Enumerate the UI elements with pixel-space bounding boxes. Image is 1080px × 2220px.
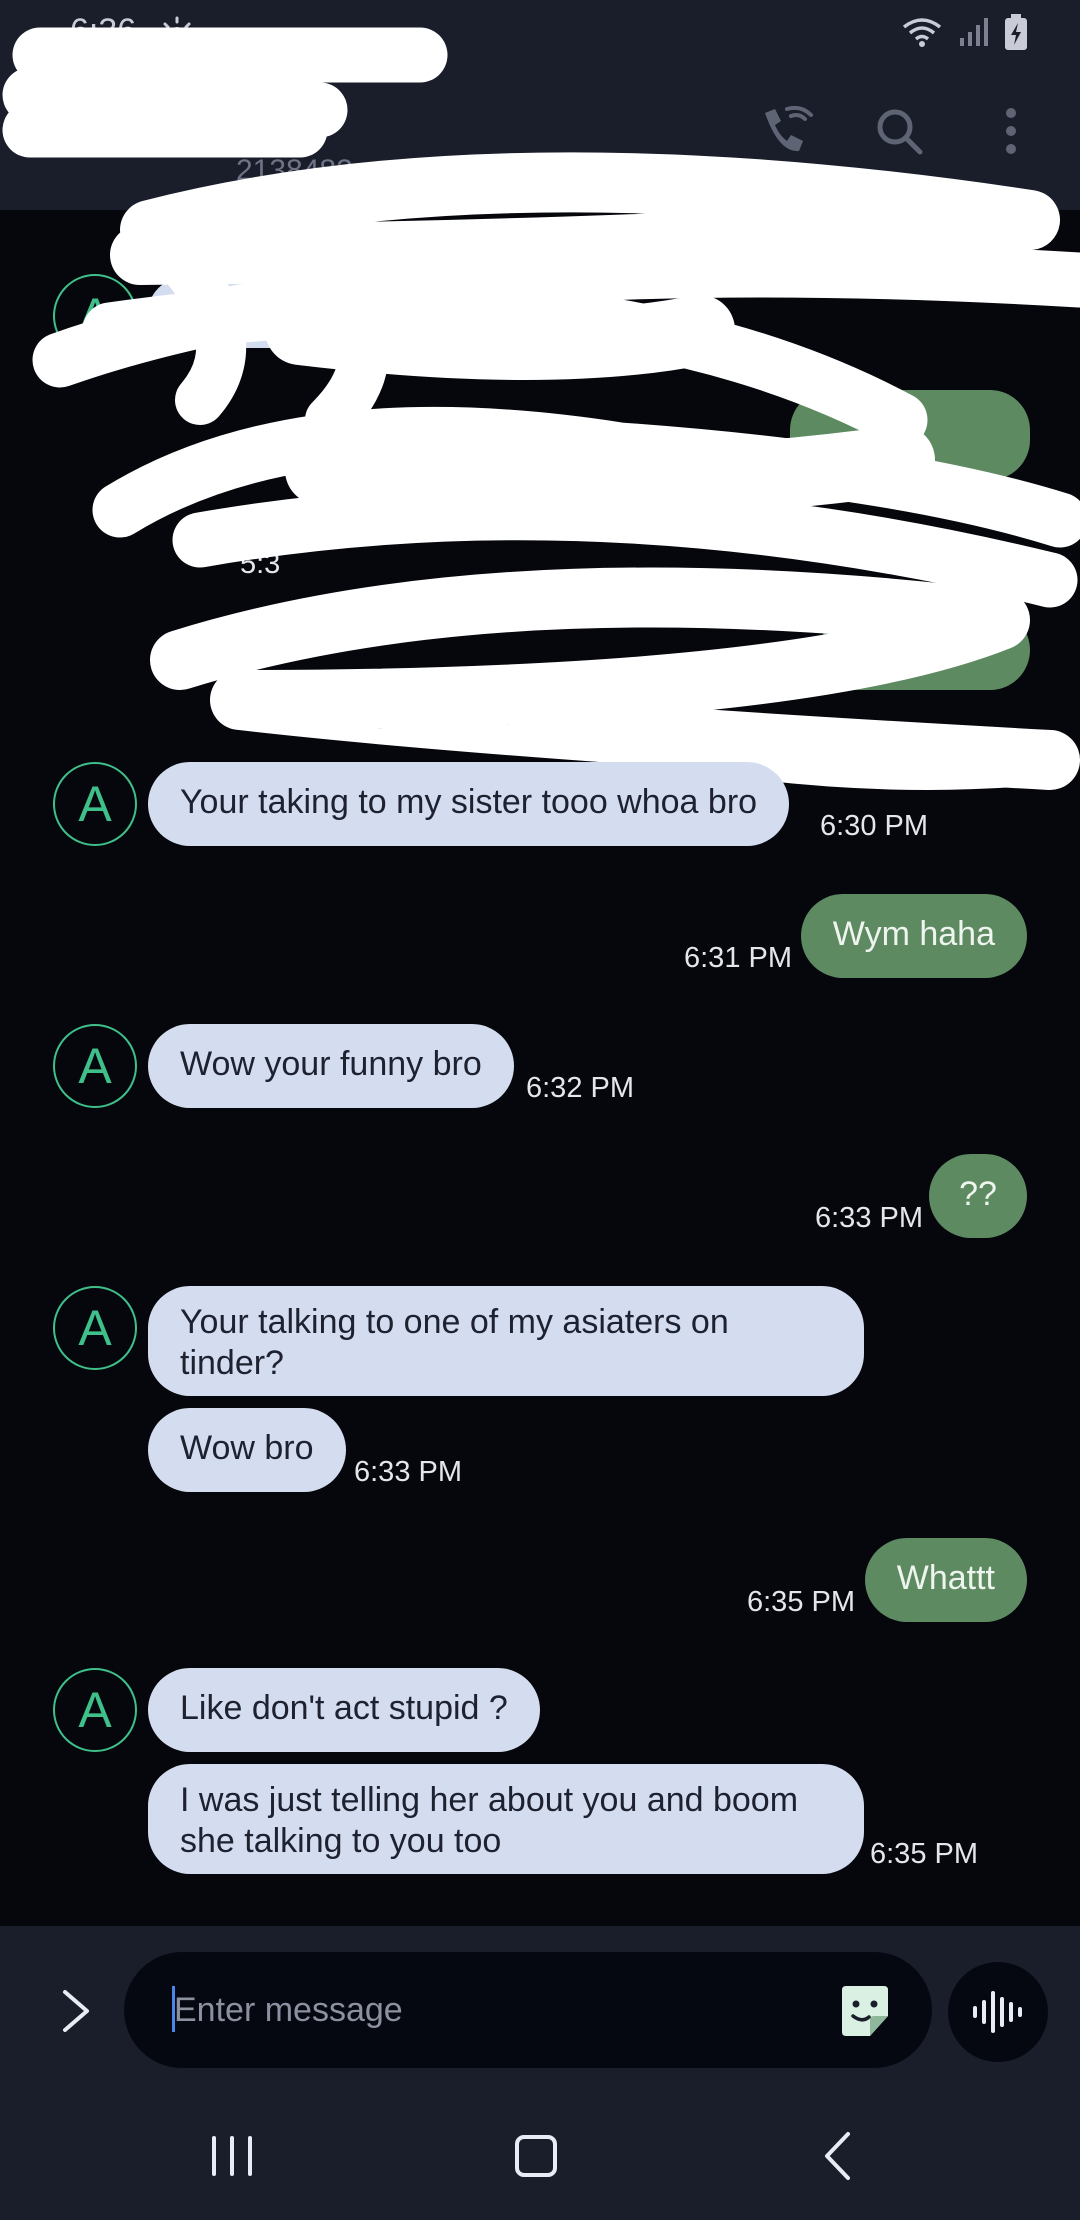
hidden-outgoing-bubble: [790, 390, 1030, 480]
status-icons: [900, 14, 1028, 55]
message-timestamp: 5:3: [240, 548, 281, 580]
message-timestamp: 6:32 PM: [526, 1072, 634, 1104]
incoming-message[interactable]: I was just telling her about you and boo…: [148, 1764, 864, 1874]
more-options-icon[interactable]: [980, 100, 1042, 162]
message-timestamp: 6:33 PM: [815, 1202, 923, 1234]
outgoing-message[interactable]: Whattt: [864, 1538, 1027, 1622]
outgoing-message[interactable]: ??: [929, 1154, 1027, 1238]
signal-icon: [958, 16, 990, 53]
hidden-incoming-bubble: [148, 278, 308, 348]
wifi-icon: [900, 15, 944, 54]
sticker-icon[interactable]: [838, 1984, 892, 2038]
avatar[interactable]: A: [53, 274, 137, 358]
voice-input-icon[interactable]: [948, 1962, 1048, 2062]
incoming-message[interactable]: Your taking to my sister tooo whoa bro: [148, 762, 790, 846]
app-header: 6:36 2138482: [0, 0, 1080, 210]
message-timestamp: 6:35 PM: [870, 1838, 978, 1870]
contact-subtitle: 2138482: [236, 154, 353, 187]
battery-charging-icon: [1004, 14, 1028, 55]
status-time: 6:36: [70, 12, 137, 50]
message-timestamp: 6:30 PM: [820, 810, 928, 842]
hidden-outgoing-bubble: [760, 210, 1030, 270]
back-icon[interactable]: [822, 2130, 852, 2187]
wifi-call-icon[interactable]: [756, 100, 818, 162]
incoming-message[interactable]: Your talking to one of my asiaters on ti…: [148, 1286, 864, 1396]
avatar[interactable]: A: [53, 1286, 137, 1370]
incoming-message[interactable]: Like don't act stupid ?: [148, 1668, 540, 1752]
outgoing-message[interactable]: Wym haha: [800, 894, 1027, 978]
message-timestamp: 6:31 PM: [684, 942, 792, 974]
message-timestamp: 6:35 PM: [747, 1586, 855, 1618]
incoming-message[interactable]: Wow bro: [148, 1408, 346, 1492]
message-input[interactable]: [174, 1984, 814, 2036]
message-timestamp: 6:33 PM: [354, 1456, 462, 1488]
avatar[interactable]: A: [53, 1668, 137, 1752]
recents-icon[interactable]: [210, 2134, 254, 2183]
expand-icon[interactable]: [48, 1980, 104, 2042]
incoming-message[interactable]: Wow your funny bro: [148, 1024, 514, 1108]
search-icon[interactable]: [868, 100, 930, 162]
hidden-outgoing-bubble: [820, 610, 1030, 690]
weather-sun-icon: [160, 14, 194, 53]
avatar[interactable]: A: [53, 762, 137, 846]
avatar[interactable]: A: [53, 1024, 137, 1108]
home-icon[interactable]: [514, 2134, 558, 2183]
